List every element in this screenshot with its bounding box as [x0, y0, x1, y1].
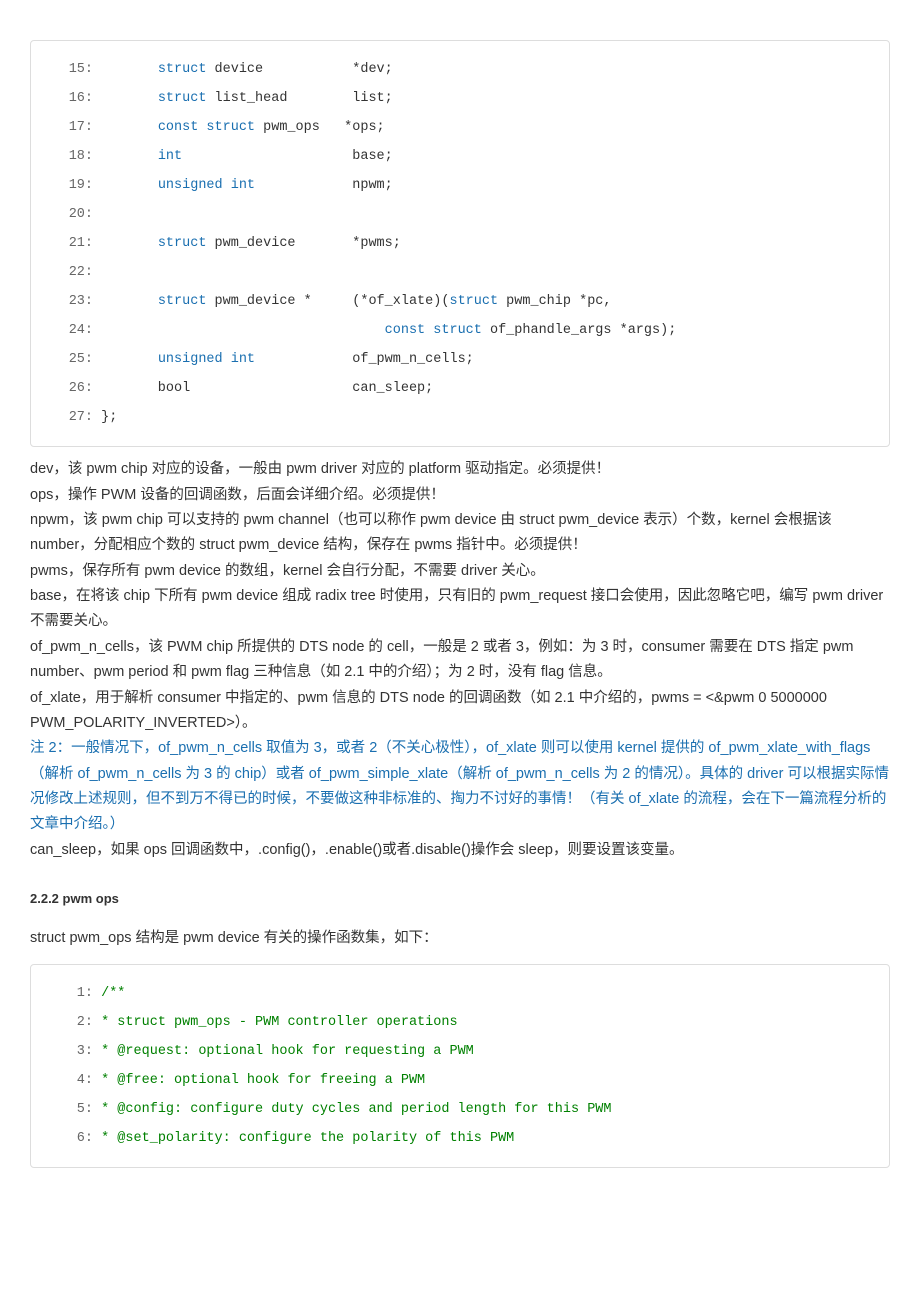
desc-can-sleep: can_sleep，如果 ops 回调函数中，.config()，.enable…	[30, 838, 890, 863]
section-intro: struct pwm_ops 结构是 pwm device 有关的操作函数集，如…	[30, 926, 890, 951]
section-heading-pwm-ops: 2.2.2 pwm ops	[30, 891, 890, 906]
desc-of-xlate: of_xlate，用于解析 consumer 中指定的、pwm 信息的 DTS …	[30, 686, 890, 737]
desc-dev: dev，该 pwm chip 对应的设备，一般由 pwm driver 对应的 …	[30, 457, 890, 482]
desc-of-pwm-n-cells: of_pwm_n_cells，该 PWM chip 所提供的 DTS node …	[30, 635, 890, 686]
desc-npwm: npwm，该 pwm chip 可以支持的 pwm channel（也可以称作 …	[30, 508, 890, 559]
explanation-block: dev，该 pwm chip 对应的设备，一般由 pwm driver 对应的 …	[30, 457, 890, 863]
code-block-pwm-chip: 15: struct device *dev; 16: struct list_…	[30, 40, 890, 447]
desc-base: base，在将该 chip 下所有 pwm device 组成 radix tr…	[30, 584, 890, 635]
code-block-pwm-ops: 1: /** 2: * struct pwm_ops - PWM control…	[30, 964, 890, 1168]
note-2: 注 2：一般情况下，of_pwm_n_cells 取值为 3，或者 2（不关心极…	[30, 736, 890, 838]
desc-pwms: pwms，保存所有 pwm device 的数组，kernel 会自行分配，不需…	[30, 559, 890, 584]
desc-ops: ops，操作 PWM 设备的回调函数，后面会详细介绍。必须提供！	[30, 483, 890, 508]
